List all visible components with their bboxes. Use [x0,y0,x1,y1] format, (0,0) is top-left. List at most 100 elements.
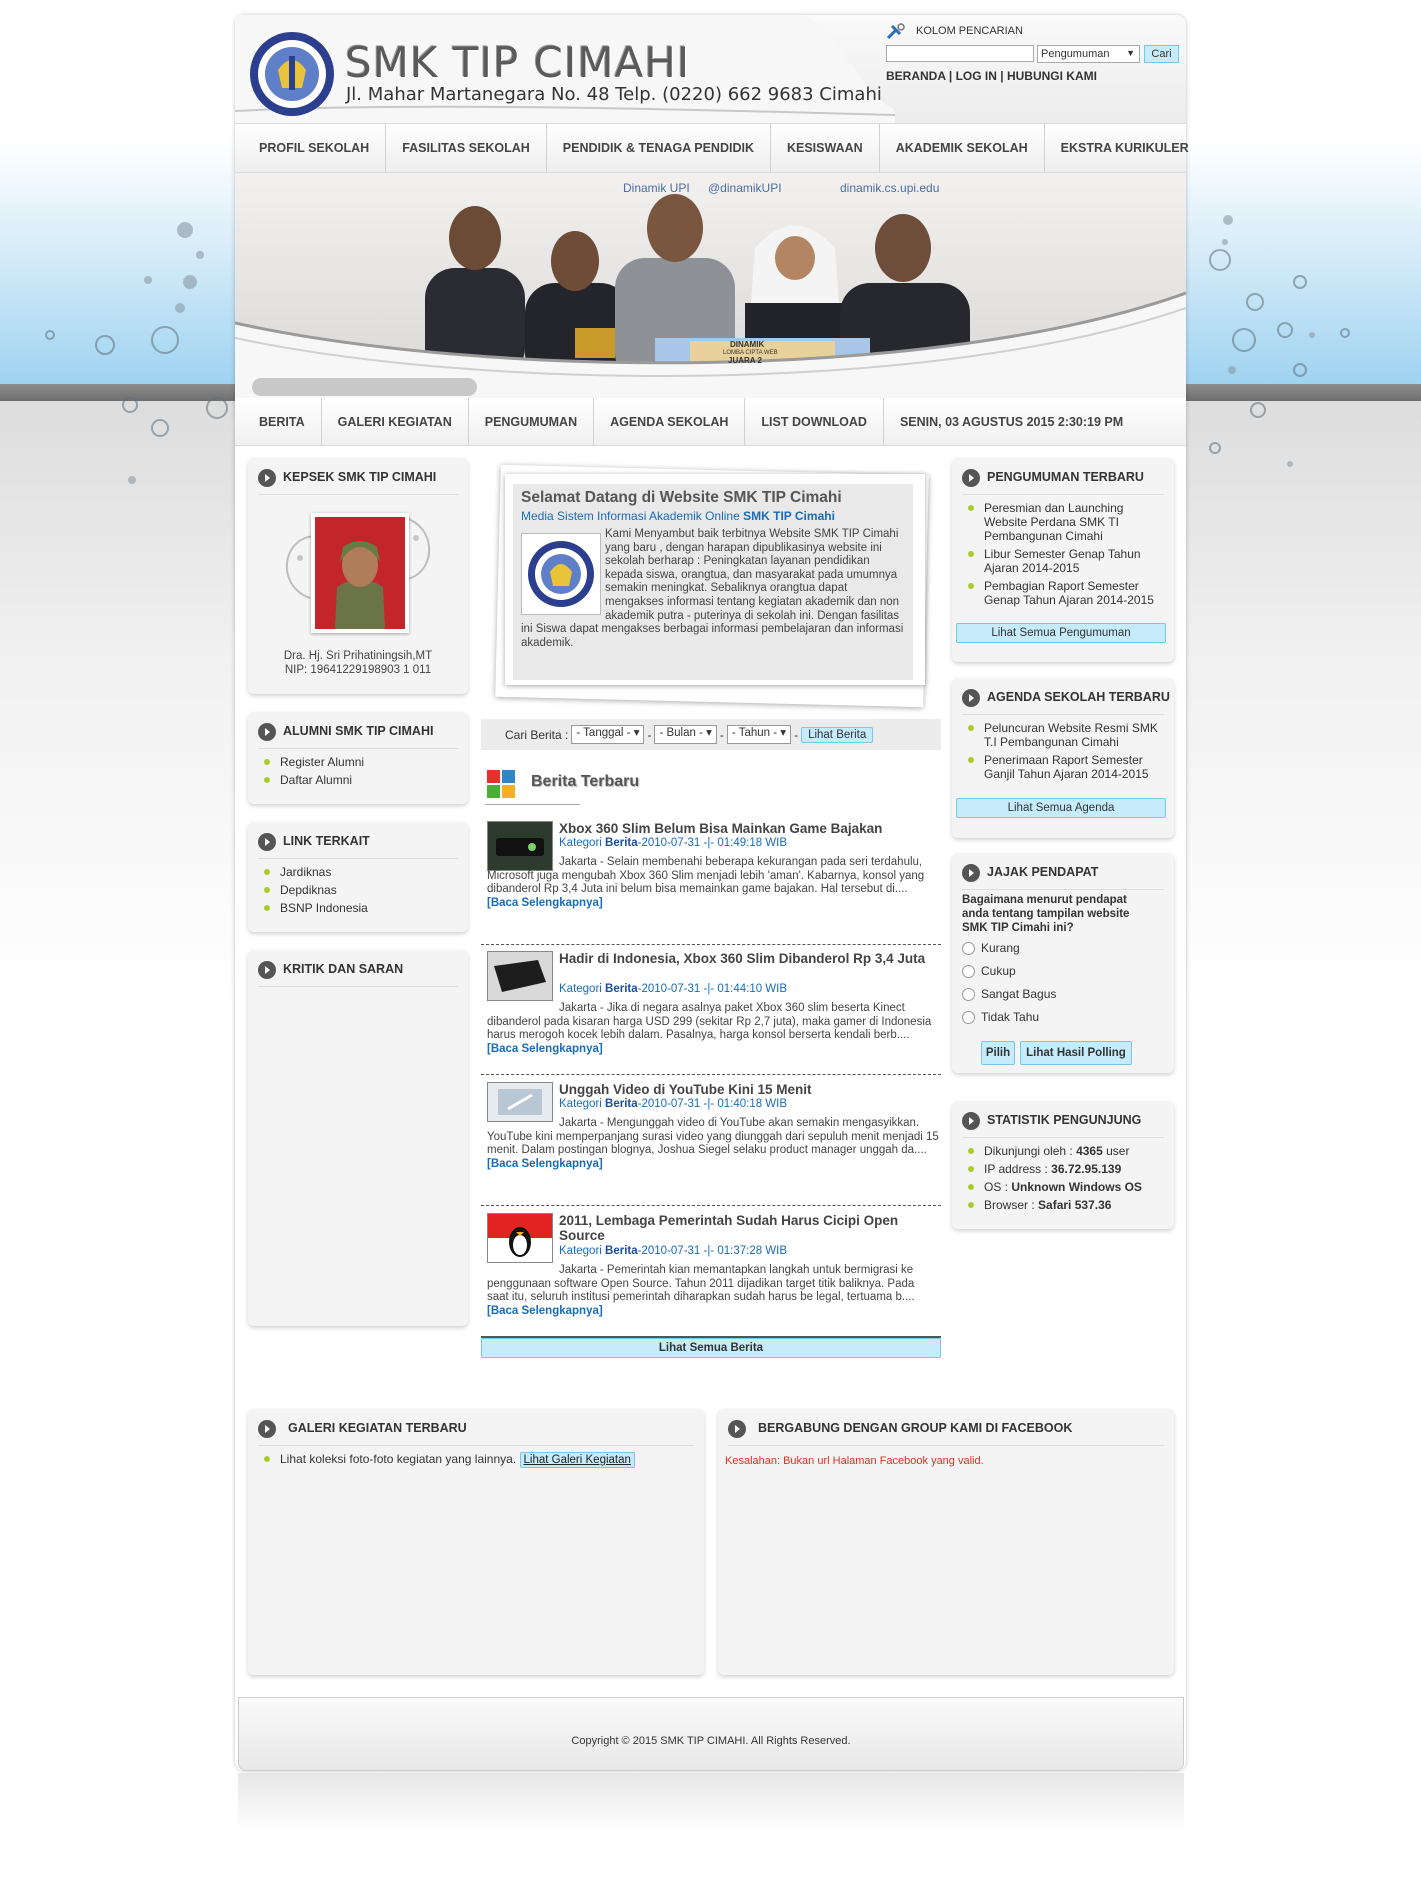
news-thumbnail[interactable] [487,951,553,1001]
nav-ekstra-kurikuler[interactable]: EKSTRA KURIKULER [1045,123,1205,173]
arrow-circle-icon [258,469,276,487]
kepsek-title: KEPSEK SMK TIP CIMAHI [283,470,437,484]
poll-option[interactable]: Sangat Bagus [962,987,1056,1010]
arrow-circle-icon [962,469,980,487]
sub-nav: BERITA GALERI KEGIATAN PENGUMUMAN AGENDA… [235,397,1186,446]
news-title-link[interactable]: Unggah Video di YouTube Kini 15 Menit [559,1082,939,1097]
subnav-list-download[interactable]: LIST DOWNLOAD [745,397,884,446]
search-category-select[interactable]: Pengumuman ▼ [1037,45,1140,63]
nav-pendidik[interactable]: PENDIDIK & TENAGA PENDIDIK [547,123,771,173]
lihat-semua-berita-button[interactable]: Lihat Semua Berita [481,1338,941,1358]
link-bsnp[interactable]: BSNP Indonesia [260,901,460,915]
news-body-text: Jakarta - Selain membenahi beberapa keku… [487,856,925,896]
subnav-berita[interactable]: BERITA [243,397,322,446]
read-more-link[interactable]: [Baca Selengkapnya] [487,897,603,909]
news-category[interactable]: Berita [605,1245,638,1257]
subnav-pengumuman[interactable]: PENGUMUMAN [469,397,595,446]
agenda-header: AGENDA SEKOLAH TERBARU [962,686,1170,715]
select-tahun-value: - Tahun - [731,727,778,739]
news-category-label: Kategori [559,983,602,995]
poll-option[interactable]: Kurang [962,941,1056,964]
poll-question: Bagaimana menurut pendapat anda tentang … [962,894,1130,934]
statistik-list: Dikunjungi oleh : 4365 user IP address :… [964,1144,1168,1216]
kepsek-photo [311,513,409,633]
select-tanggal[interactable]: - Tanggal - ▾ [571,725,645,744]
news-category-label: Kategori [559,1245,602,1257]
link-depdiknas[interactable]: Depdiknas [260,883,460,897]
read-more-link[interactable]: [Baca Selengkapnya] [487,1043,603,1055]
pengumuman-item[interactable]: Peresmian dan Launching Website Perdana … [964,501,1168,543]
news-category[interactable]: Berita [605,983,638,995]
statistik-box: STATISTIK PENGUNJUNG Dikunjungi oleh : 4… [952,1101,1174,1229]
nav-akademik-sekolah[interactable]: AKADEMIK SEKOLAH [880,123,1045,173]
lihat-berita-button[interactable]: Lihat Berita [801,726,874,743]
poll-option-label: Kurang [981,941,1020,955]
link-jardiknas[interactable]: Jardiknas [260,865,460,879]
arrow-circle-icon [962,689,980,707]
stat-value: 36.72.95.139 [1051,1162,1122,1176]
news-category[interactable]: Berita [605,837,638,849]
lihat-hasil-polling-button[interactable]: Lihat Hasil Polling [1020,1041,1132,1065]
link-beranda[interactable]: BERANDA [886,69,946,83]
link-login[interactable]: LOG IN [956,69,997,83]
select-tahun[interactable]: - Tahun - ▾ [726,725,792,744]
read-more-link[interactable]: [Baca Selengkapnya] [487,1158,603,1170]
news-item: 2011, Lembaga Pemerintah Sudah Harus Cic… [487,1213,941,1338]
separator: - [647,727,652,742]
agenda-title: AGENDA SEKOLAH TERBARU [987,690,1170,704]
galeri-item: Lihat koleksi foto-foto kegiatan yang la… [260,1452,690,1468]
news-thumbnail[interactable] [487,1082,553,1122]
select-tanggal-value: - Tanggal - [576,727,631,739]
search-input[interactable] [886,45,1034,62]
link-register-alumni[interactable]: Register Alumni [260,755,460,769]
subnav-agenda-sekolah[interactable]: AGENDA SEKOLAH [594,397,746,446]
pilih-button[interactable]: Pilih [981,1041,1015,1065]
chevron-down-icon: ▼ [1126,48,1135,58]
banner-social-twitter: @dinamikUPI [708,181,782,195]
news-title-link[interactable]: Hadir di Indonesia, Xbox 360 Slim Diband… [559,951,939,966]
stat-value: Unknown Windows OS [1011,1180,1142,1194]
link-terkait-list: Jardiknas Depdiknas BSNP Indonesia [260,865,460,919]
poll-option-label: Cukup [981,964,1016,978]
footer-reflection [238,1773,1184,1833]
radio-button[interactable] [962,965,975,979]
banner-board-text: DINAMIK [730,340,765,349]
arrow-circle-icon [258,833,276,851]
search-button[interactable]: Cari [1144,45,1179,63]
banner-social-facebook: Dinamik UPI [623,181,690,195]
news-body: Jakarta - Mengunggah video di YouTube ak… [487,1117,939,1171]
subnav-galeri-kegiatan[interactable]: GALERI KEGIATAN [322,397,469,446]
link-daftar-alumni[interactable]: Daftar Alumni [260,773,460,787]
kepsek-box: KEPSEK SMK TIP CIMAHI Dra. Hj. Sri Priha… [248,458,468,694]
lihat-semua-agenda-button[interactable]: Lihat Semua Agenda [956,798,1166,818]
news-category[interactable]: Berita [605,1098,638,1110]
radio-button[interactable] [962,1011,975,1025]
stat-visits: Dikunjungi oleh : 4365 user [964,1144,1168,1158]
nav-fasilitas-sekolah[interactable]: FASILITAS SEKOLAH [386,123,547,173]
radio-button[interactable] [962,988,975,1002]
pengumuman-item[interactable]: Pembagian Raport Semester Genap Tahun Aj… [964,579,1168,607]
kritik-saran-box: KRITIK DAN SARAN [248,950,468,1326]
agenda-item[interactable]: Peluncuran Website Resmi SMK T.I Pembang… [964,721,1168,749]
link-hubungi-kami[interactable]: HUBUNGI KAMI [1007,69,1097,83]
lihat-galeri-kegiatan-link[interactable]: Lihat Galeri Kegiatan [519,1452,635,1468]
news-title-link[interactable]: 2011, Lembaga Pemerintah Sudah Harus Cic… [559,1213,939,1243]
select-bulan-value: - Bulan - [659,727,703,739]
news-thumbnail[interactable] [487,1213,553,1263]
pengumuman-item[interactable]: Libur Semester Genap Tahun Ajaran 2014-2… [964,547,1168,575]
lihat-semua-pengumuman-button[interactable]: Lihat Semua Pengumuman [956,623,1166,643]
berita-terbaru-title: Berita Terbaru [531,773,640,790]
news-title-link[interactable]: Xbox 360 Slim Belum Bisa Mainkan Game Ba… [559,821,939,836]
welcome-subtitle-strong: SMK TIP Cimahi [743,509,835,523]
jajak-title: JAJAK PENDAPAT [987,865,1099,879]
news-item: Hadir di Indonesia, Xbox 360 Slim Diband… [487,951,941,1071]
poll-option[interactable]: Cukup [962,964,1056,987]
radio-button[interactable] [962,942,975,956]
poll-option[interactable]: Tidak Tahu [962,1010,1056,1033]
agenda-item[interactable]: Penerimaan Raport Semester Ganjil Tahun … [964,753,1168,781]
nav-kesiswaan[interactable]: KESISWAAN [771,123,880,173]
nav-profil-sekolah[interactable]: PROFIL SEKOLAH [243,123,387,173]
select-bulan[interactable]: - Bulan - ▾ [654,725,717,744]
jajak-pendapat-box: JAJAK PENDAPAT Bagaimana menurut pendapa… [952,853,1174,1073]
read-more-link[interactable]: [Baca Selengkapnya] [487,1305,603,1317]
